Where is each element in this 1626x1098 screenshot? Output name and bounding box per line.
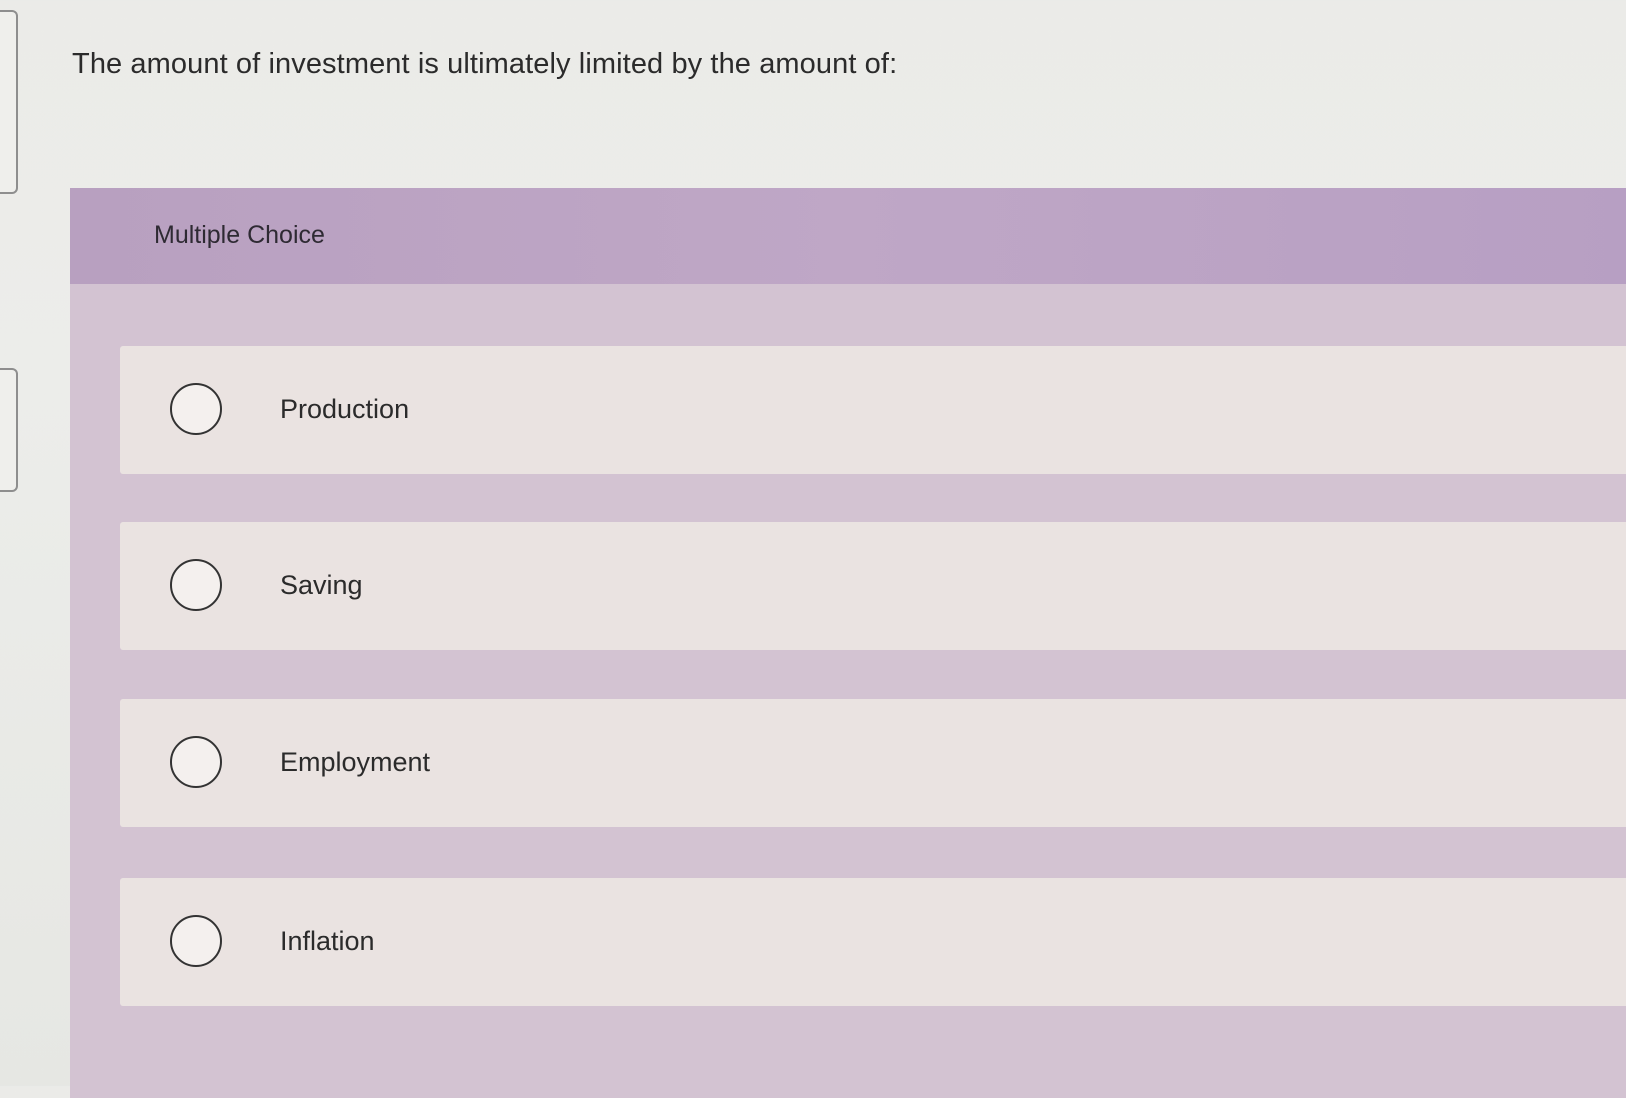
multiple-choice-header: Multiple Choice bbox=[70, 188, 1626, 284]
answer-option-saving[interactable]: Saving bbox=[120, 522, 1626, 650]
radio-button[interactable] bbox=[170, 915, 222, 967]
answer-option-production[interactable]: Production bbox=[120, 346, 1626, 474]
answer-option-label: Production bbox=[280, 394, 410, 424]
answer-option-label: Employment bbox=[280, 747, 431, 777]
left-edge-tab bbox=[0, 368, 18, 492]
answer-option-inflation[interactable]: Inflation bbox=[120, 878, 1626, 1006]
radio-button[interactable] bbox=[170, 736, 222, 788]
radio-button[interactable] bbox=[170, 559, 222, 611]
multiple-choice-label: Multiple Choice bbox=[154, 221, 325, 249]
answer-option-employment[interactable]: Employment bbox=[120, 699, 1626, 827]
multiple-choice-panel: Multiple Choice Production Saving Employ… bbox=[70, 188, 1626, 1098]
left-edge-tab bbox=[0, 10, 18, 194]
radio-button[interactable] bbox=[170, 383, 222, 435]
answer-option-label: Saving bbox=[280, 570, 363, 600]
question-text: The amount of investment is ultimately l… bbox=[72, 48, 898, 80]
answer-option-label: Inflation bbox=[280, 926, 375, 956]
